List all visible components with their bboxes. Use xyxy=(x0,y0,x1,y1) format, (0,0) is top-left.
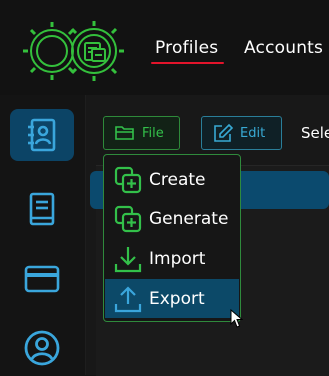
book-icon xyxy=(29,192,55,226)
download-icon xyxy=(111,242,145,276)
active-tab-indicator xyxy=(151,62,224,64)
menu-item-create[interactable]: Create xyxy=(105,160,239,199)
mouse-cursor-icon xyxy=(230,309,244,328)
menu-item-label: Create xyxy=(149,169,206,190)
select-label: Sele xyxy=(301,124,329,142)
edit-button[interactable]: Edit xyxy=(201,116,282,150)
sidebar-item-cards[interactable] xyxy=(10,253,74,305)
menu-item-generate[interactable]: Generate xyxy=(105,199,239,238)
sidebar-item-account[interactable] xyxy=(10,322,74,374)
sidebar xyxy=(0,95,86,375)
file-button-label: File xyxy=(142,125,164,141)
folder-icon xyxy=(115,126,134,140)
menu-item-import[interactable]: Import xyxy=(105,239,239,278)
edit-icon xyxy=(214,123,234,142)
sidebar-item-book[interactable] xyxy=(10,183,74,235)
tab-accounts[interactable]: Accounts xyxy=(244,38,323,58)
tab-profiles[interactable]: Profiles xyxy=(155,38,218,58)
top-bar: Profiles Accounts xyxy=(0,0,329,95)
menu-item-label: Generate xyxy=(149,208,229,229)
user-circle-icon xyxy=(24,330,60,366)
file-dropdown-menu: Create Generate Import Export xyxy=(103,154,241,322)
contacts-book-icon xyxy=(28,118,56,152)
sidebar-item-profiles[interactable] xyxy=(10,109,74,161)
menu-item-label: Import xyxy=(149,248,206,269)
upload-icon xyxy=(111,282,145,316)
credit-card-icon xyxy=(24,265,60,293)
app-logo xyxy=(23,21,124,81)
copy-plus-icon xyxy=(111,163,145,197)
file-button[interactable]: File xyxy=(103,116,180,150)
edit-button-label: Edit xyxy=(240,125,266,141)
menu-item-export[interactable]: Export xyxy=(105,279,239,318)
copy-plus-icon xyxy=(111,202,145,236)
menu-item-label: Export xyxy=(149,288,205,309)
